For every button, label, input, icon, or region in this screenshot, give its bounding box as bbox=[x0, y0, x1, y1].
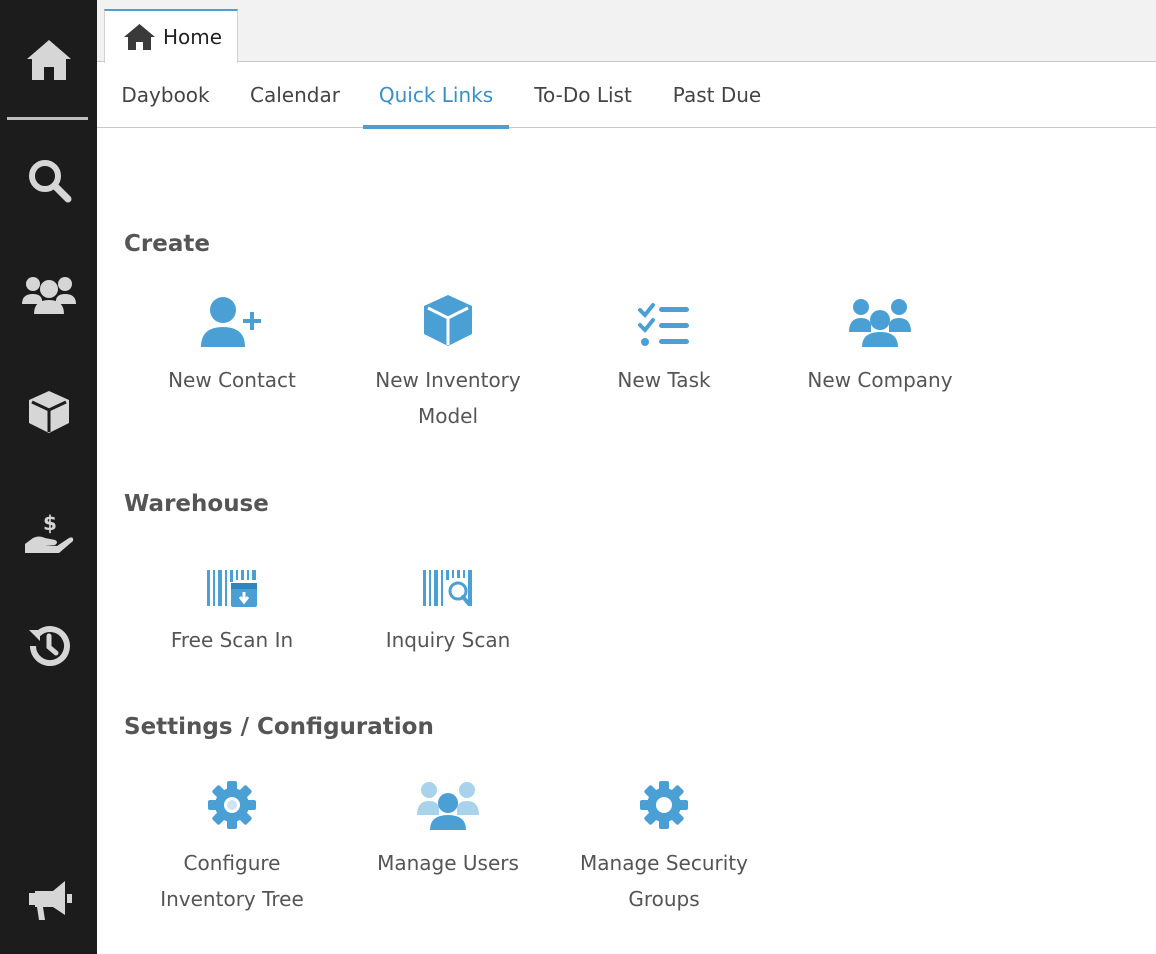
quick-link-label: New Company bbox=[807, 368, 953, 392]
tab-daybook[interactable]: Daybook bbox=[119, 63, 212, 127]
quick-link-new-contact[interactable]: New Contact bbox=[124, 292, 340, 398]
hand-dollar-icon: $ bbox=[24, 511, 73, 553]
cube-icon bbox=[424, 295, 472, 346]
quick-link-new-task[interactable]: New Task bbox=[556, 292, 772, 398]
quick-link-manage-users[interactable]: Manage Users bbox=[340, 775, 556, 881]
window-tab-bar: Home bbox=[97, 0, 1156, 63]
tab-quick-links[interactable]: Quick Links bbox=[363, 63, 509, 129]
quick-link-label: New Task bbox=[617, 368, 711, 392]
home-icon bbox=[124, 24, 155, 50]
task-list-icon bbox=[638, 303, 689, 346]
quick-link-manage-security-groups[interactable]: Manage Security Groups bbox=[556, 775, 772, 917]
manage-users-icon bbox=[417, 782, 479, 830]
subnav: Daybook Calendar Quick Links To-Do List … bbox=[97, 63, 1156, 129]
sidebar-announcements-button[interactable] bbox=[0, 872, 97, 928]
quick-link-configure-inventory-tree[interactable]: Configure Inventory Tree bbox=[124, 775, 340, 917]
tab-todo-list[interactable]: To-Do List bbox=[527, 63, 639, 127]
sidebar-divider bbox=[7, 117, 88, 120]
sidebar-home-button[interactable] bbox=[0, 32, 97, 88]
users-icon bbox=[21, 277, 76, 314]
tab-calendar[interactable]: Calendar bbox=[242, 63, 348, 127]
sidebar-inventory-button[interactable] bbox=[0, 384, 97, 440]
barcode-search-icon bbox=[423, 570, 472, 606]
sidebar: $ bbox=[0, 0, 97, 954]
quick-link-label: New Contact bbox=[168, 368, 296, 392]
section-title-create: Create bbox=[124, 231, 210, 257]
history-icon bbox=[28, 626, 70, 667]
home-icon bbox=[26, 40, 71, 80]
quick-link-label: New Inventory Model bbox=[375, 368, 521, 428]
quick-link-label: Manage Users bbox=[377, 851, 519, 875]
tab-past-due[interactable]: Past Due bbox=[669, 63, 765, 127]
quick-link-label: Manage Security Groups bbox=[580, 851, 748, 911]
svg-text:$: $ bbox=[43, 511, 57, 535]
quick-link-new-inventory-model[interactable]: New Inventory Model bbox=[340, 292, 556, 434]
user-plus-icon bbox=[201, 297, 261, 347]
quick-link-new-company[interactable]: New Company bbox=[772, 292, 988, 398]
sidebar-contacts-button[interactable] bbox=[0, 266, 97, 322]
quick-link-label: Inquiry Scan bbox=[385, 628, 511, 652]
sidebar-search-button[interactable] bbox=[0, 152, 97, 208]
barcode-scan-in-icon bbox=[207, 570, 257, 607]
section-title-settings: Settings / Configuration bbox=[124, 714, 434, 740]
tab-home-label: Home bbox=[163, 25, 223, 49]
search-icon bbox=[28, 160, 71, 203]
tab-home[interactable]: Home bbox=[104, 9, 238, 63]
quick-link-free-scan-in[interactable]: Free Scan In bbox=[124, 552, 340, 658]
section-title-warehouse: Warehouse bbox=[124, 491, 269, 517]
quick-link-label: Configure Inventory Tree bbox=[160, 851, 304, 911]
megaphone-icon bbox=[28, 881, 72, 920]
sidebar-sales-button[interactable]: $ bbox=[0, 504, 97, 560]
sidebar-history-button[interactable] bbox=[0, 618, 97, 674]
quick-link-inquiry-scan[interactable]: Inquiry Scan bbox=[340, 552, 556, 658]
gear-icon bbox=[208, 781, 256, 829]
gear-icon bbox=[640, 781, 688, 829]
box-icon bbox=[28, 391, 69, 433]
quick-link-label: Free Scan In bbox=[170, 628, 294, 652]
company-icon bbox=[849, 299, 911, 347]
